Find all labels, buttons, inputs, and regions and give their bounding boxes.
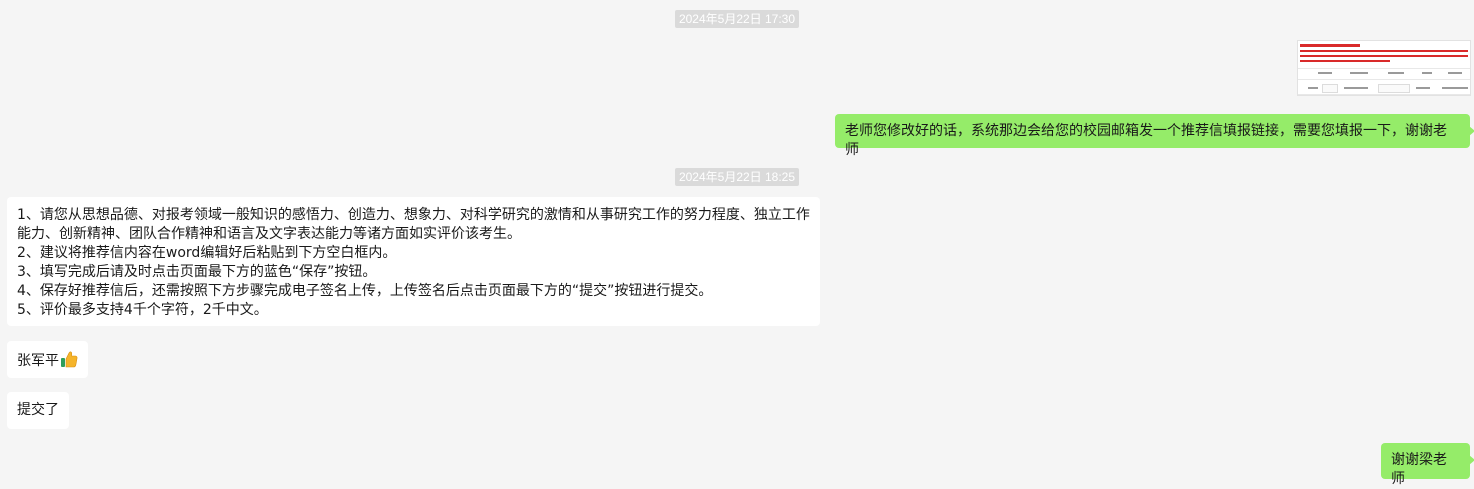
timestamp-text: 2024年5月22日 17:30 <box>674 10 800 28</box>
message-text: 张军平 <box>17 353 59 369</box>
message-text: 谢谢梁老师 <box>1391 452 1447 487</box>
timestamp: 2024年5月22日 18:25 <box>0 166 1474 186</box>
message-text: 提交了 <box>17 402 59 418</box>
message-line: 能力、创新精神、团队合作精神和语言及文字表达能力等诸方面如实评价该考生。 <box>17 226 521 242</box>
incoming-message[interactable]: 提交了 <box>7 392 69 429</box>
message-line: 2、建议将推荐信内容在word编辑好后粘贴到下方空白框内。 <box>17 245 397 261</box>
incoming-message[interactable]: 张军平 <box>7 341 88 378</box>
incoming-message[interactable]: 1、请您从思想品德、对报考领域一般知识的感悟力、创造力、想象力、对科学研究的激情… <box>7 197 820 326</box>
outgoing-message[interactable]: 老师您修改好的话，系统那边会给您的校园邮箱发一个推荐信填报链接，需要您填报一下，… <box>835 114 1474 158</box>
image-message-thumbnail[interactable] <box>1297 40 1471 96</box>
message-line: 4、保存好推荐信后，还需按照下方步骤完成电子签名上传，上传签名后点击页面最下方的… <box>17 283 713 299</box>
message-line: 3、填写完成后请及时点击页面最下方的蓝色“保存”按钮。 <box>17 264 377 280</box>
message-line: 5、评价最多支持4千个字符，2千中文。 <box>17 302 268 318</box>
thumbs-up-icon <box>60 350 78 368</box>
message-line: 1、请您从思想品德、对报考领域一般知识的感悟力、创造力、想象力、对科学研究的激情… <box>17 207 810 223</box>
message-text: 老师您修改好的话，系统那边会给您的校园邮箱发一个推荐信填报链接，需要您填报一下，… <box>845 123 1447 158</box>
timestamp-text: 2024年5月22日 18:25 <box>674 168 800 186</box>
outgoing-message[interactable]: 谢谢梁老师 <box>1381 443 1474 487</box>
timestamp: 2024年5月22日 17:30 <box>0 8 1474 28</box>
